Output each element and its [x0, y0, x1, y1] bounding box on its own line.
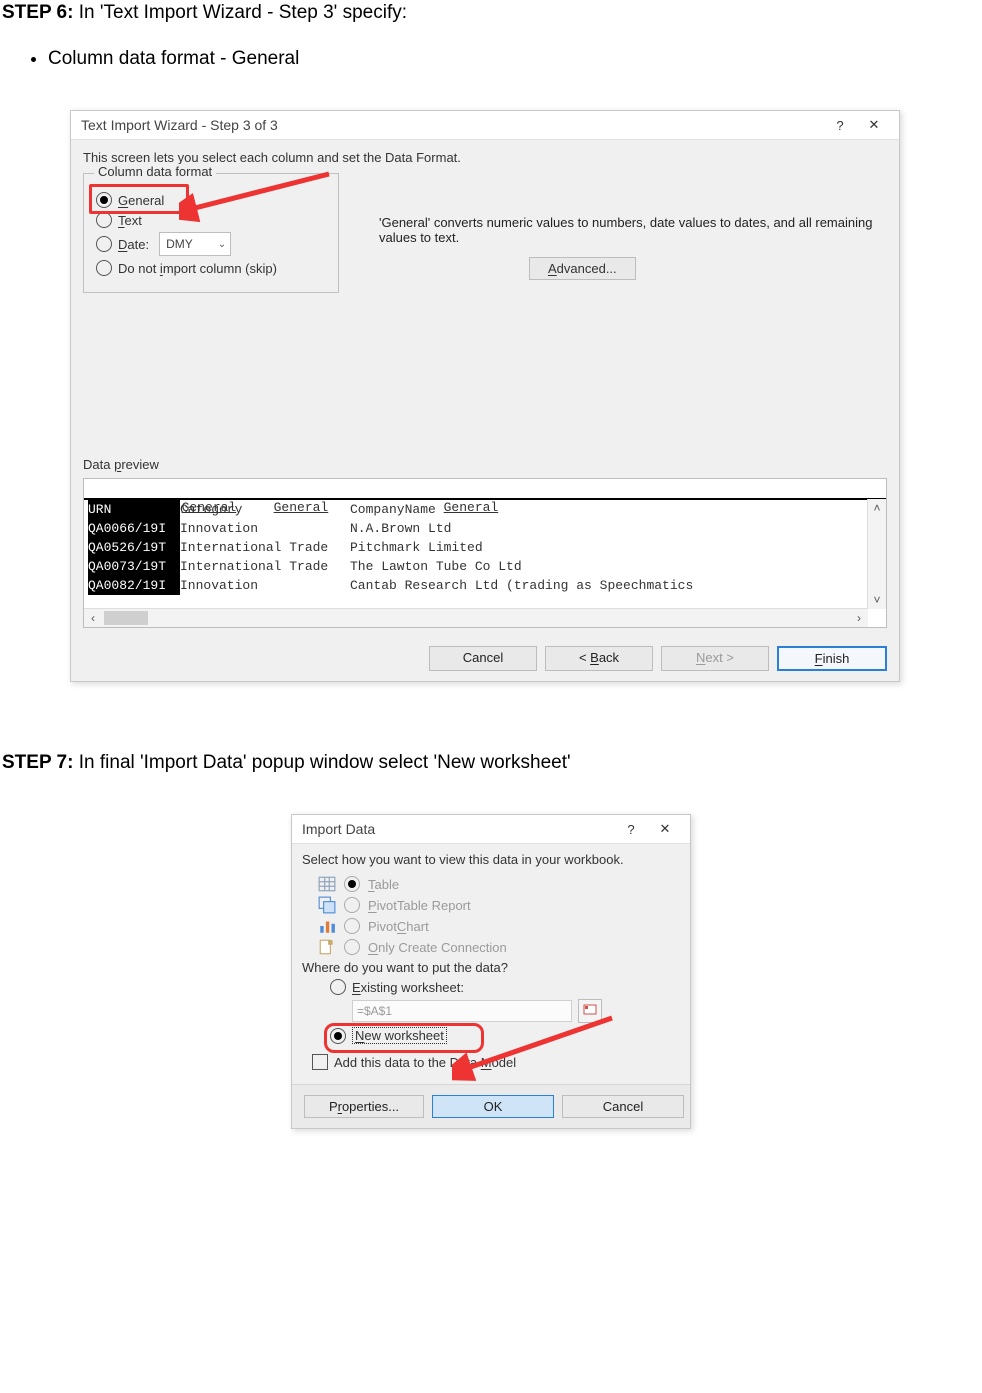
- view-pivotchart: PivotChart: [318, 917, 680, 935]
- cell-reference-input: [352, 1000, 572, 1022]
- step7-text: In final 'Import Data' popup window sele…: [73, 752, 570, 773]
- range-picker-icon[interactable]: [578, 999, 602, 1023]
- finish-button[interactable]: Finish: [777, 646, 887, 671]
- existing-worksheet-label: Existing worksheet:: [352, 980, 464, 995]
- radio-existing-worksheet[interactable]: Existing worksheet:: [330, 979, 680, 995]
- preview-row: QA0073/19TInternational TradeThe Lawton …: [84, 557, 886, 576]
- radio-icon: [344, 876, 360, 892]
- radio-icon: [96, 236, 112, 252]
- ok-button[interactable]: OK: [432, 1095, 554, 1118]
- date-format-value: DMY: [166, 237, 193, 251]
- import-data-dialog: Import Data ? ✕ Select how you want to v…: [291, 814, 691, 1129]
- view-table-label: Table: [368, 877, 399, 892]
- preview-header: GeneralGeneralGeneral: [84, 479, 886, 500]
- cancel-button[interactable]: Cancel: [429, 646, 537, 671]
- annotation-highlight: [89, 184, 189, 214]
- close-icon[interactable]: ✕: [648, 821, 682, 837]
- step6-bullet: Column data format - General: [48, 48, 980, 70]
- data-model-label: Add this data to the Data Model: [334, 1055, 516, 1070]
- scroll-right-icon[interactable]: ›: [850, 609, 868, 627]
- wizard-titlebar: Text Import Wizard - Step 3 of 3 ? ✕: [71, 111, 899, 140]
- horizontal-scrollbar[interactable]: ‹ ›: [84, 608, 868, 627]
- radio-icon: [344, 939, 360, 955]
- preview-row: QA0526/19TInternational TradePitchmark L…: [84, 538, 886, 557]
- radio-text-label: ext: [125, 213, 142, 228]
- table-icon: [318, 875, 336, 893]
- preview-row: QA0066/19IInnovationN.A.Brown Ltd: [84, 519, 886, 538]
- data-preview-label: Data preview: [83, 457, 887, 472]
- view-connection: Only Create Connection: [318, 938, 680, 956]
- step6-text: In 'Text Import Wizard - Step 3' specify…: [73, 2, 407, 23]
- radio-date-label: ate:: [127, 237, 149, 252]
- checkbox-data-model[interactable]: Add this data to the Data Model: [312, 1054, 680, 1070]
- column-data-format-group: Column data format General Text Date: DM…: [83, 173, 339, 293]
- back-button[interactable]: < Back: [545, 646, 653, 671]
- connection-icon: [318, 938, 336, 956]
- step6-label: STEP 6:: [2, 2, 73, 23]
- radio-new-worksheet[interactable]: New worksheet: [330, 1027, 680, 1044]
- help-icon[interactable]: ?: [614, 822, 648, 837]
- preview-row: QA0082/19IInnovationCantab Research Ltd …: [84, 576, 886, 595]
- vertical-scrollbar[interactable]: ˄ ˅: [867, 499, 886, 609]
- cancel-button[interactable]: Cancel: [562, 1095, 684, 1118]
- column-data-format-legend: Column data format: [94, 164, 216, 179]
- radio-skip[interactable]: Do not import column (skip): [96, 260, 326, 276]
- help-icon[interactable]: ?: [823, 118, 857, 133]
- pivottable-icon: [318, 896, 336, 914]
- wizard-buttons: Cancel < Back Next > Finish: [71, 636, 899, 681]
- chevron-down-icon: ⌄: [218, 239, 226, 250]
- radio-icon: [96, 260, 112, 276]
- step6-heading: STEP 6: In 'Text Import Wizard - Step 3'…: [2, 2, 980, 24]
- import-titlebar: Import Data ? ✕: [292, 815, 690, 844]
- radio-date[interactable]: Date: DMY ⌄: [96, 232, 326, 256]
- radio-icon: [344, 897, 360, 913]
- scroll-left-icon[interactable]: ‹: [84, 609, 102, 627]
- view-table: Table: [318, 875, 680, 893]
- wizard-title: Text Import Wizard - Step 3 of 3: [81, 117, 823, 133]
- step6-bullet-list: Column data format - General: [2, 48, 980, 70]
- advanced-button[interactable]: Advanced...: [529, 257, 636, 280]
- general-explanation: 'General' converts numeric values to num…: [379, 215, 887, 245]
- checkbox-icon: [312, 1054, 328, 1070]
- close-icon[interactable]: ✕: [857, 117, 891, 133]
- radio-text[interactable]: Text: [96, 212, 326, 228]
- next-button: Next >: [661, 646, 769, 671]
- scroll-down-icon[interactable]: ˅: [868, 591, 886, 609]
- step7-heading: STEP 7: In final 'Import Data' popup win…: [2, 752, 980, 774]
- pivotchart-icon: [318, 917, 336, 935]
- view-connection-label: Only Create Connection: [368, 940, 507, 955]
- view-pivottable-label: PivotTable Report: [368, 898, 471, 913]
- annotation-highlight: [324, 1023, 484, 1053]
- date-format-select[interactable]: DMY ⌄: [159, 232, 231, 256]
- radio-icon: [344, 918, 360, 934]
- view-pivottable: PivotTable Report: [318, 896, 680, 914]
- scroll-thumb[interactable]: [104, 611, 148, 625]
- data-preview: GeneralGeneralGeneral URNCategoryCompany…: [83, 478, 887, 628]
- radio-icon: [96, 212, 112, 228]
- view-pivotchart-label: PivotChart: [368, 919, 429, 934]
- wizard-intro: This screen lets you select each column …: [83, 150, 887, 165]
- text-import-wizard-dialog: Text Import Wizard - Step 3 of 3 ? ✕ Thi…: [70, 110, 900, 682]
- preview-row: URNCategoryCompanyName: [84, 500, 886, 519]
- step7-label: STEP 7:: [2, 752, 73, 773]
- import-title: Import Data: [302, 821, 614, 837]
- import-intro: Select how you want to view this data in…: [302, 852, 680, 867]
- put-data-label: Where do you want to put the data?: [302, 960, 680, 975]
- scroll-up-icon[interactable]: ˄: [868, 499, 886, 517]
- radio-icon: [330, 979, 346, 995]
- properties-button[interactable]: Properties...: [304, 1095, 424, 1118]
